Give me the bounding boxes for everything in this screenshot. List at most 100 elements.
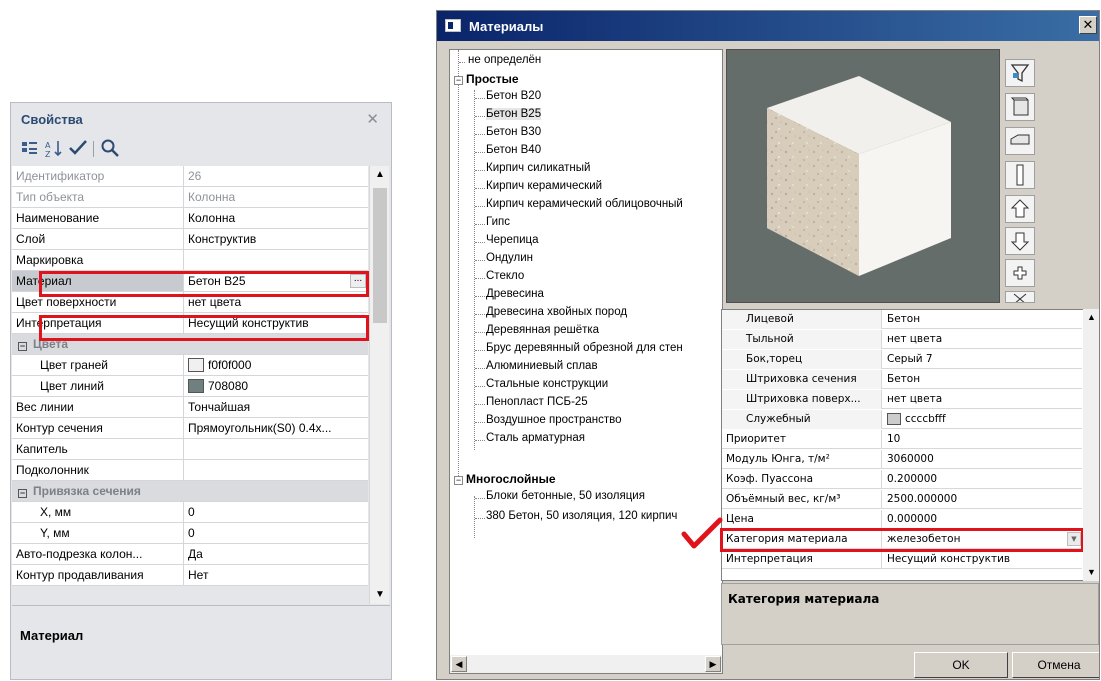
svg-text:Z: Z (45, 150, 51, 159)
tree-item[interactable]: Кирпич керамический облицовочный (486, 198, 683, 216)
search-icon[interactable] (99, 137, 121, 161)
material-grid-scrollbar[interactable]: ▲ ▼ (1083, 309, 1099, 581)
property-row[interactable]: Авто-подрезка колон... Да (12, 544, 368, 565)
materials-tree[interactable]: не определён − Простые Бетон В20 Бетон В… (449, 49, 723, 674)
tree-item[interactable]: Бетон В20 (486, 90, 541, 108)
collapse-icon[interactable]: − (454, 76, 463, 85)
grid-row[interactable]: Штриховка сечения Бетон (722, 370, 1082, 389)
view-front-icon[interactable] (1005, 93, 1035, 121)
check-icon[interactable] (67, 137, 89, 161)
color-swatch (887, 413, 901, 425)
property-row[interactable]: Контур продавливания Нет (12, 565, 368, 586)
tree-item[interactable]: Ондулин (486, 252, 533, 270)
tree-item[interactable]: Кирпич керамический (486, 180, 602, 198)
materials-dialog: Материалы ✕ не определён − Простые Бетон… (436, 10, 1100, 680)
grid-row[interactable]: Штриховка поверх... нет цвета (722, 390, 1082, 409)
property-row[interactable]: Слой Конструктив (12, 229, 368, 250)
tree-item[interactable]: Стальные конструкции (486, 378, 608, 396)
sort-alpha-icon[interactable]: AZ (43, 137, 65, 161)
properties-title: Свойства (21, 112, 83, 127)
grid-row[interactable]: Служебный ccccbfff (722, 410, 1082, 429)
grid-row[interactable]: Бок,торец Серый 7 (722, 350, 1082, 369)
tree-item-selected[interactable]: Бетон В25 (486, 108, 542, 126)
scroll-left-icon[interactable]: ◀ (451, 656, 467, 672)
tree-item[interactable]: Блоки бетонные, 50 изоляция (486, 490, 645, 508)
filter-icon[interactable] (1005, 59, 1035, 87)
tree-item[interactable]: Черепица (486, 234, 539, 252)
scroll-up-icon[interactable]: ▲ (1083, 309, 1099, 326)
rotate-down-icon[interactable] (1005, 227, 1035, 255)
tree-item[interactable]: 380 Бетон, 50 изоляция, 120 кирпич (486, 510, 677, 528)
property-row[interactable]: Маркировка (12, 250, 368, 271)
property-row[interactable]: X, мм 0 (12, 502, 368, 523)
tree-item-undefined[interactable]: не определён (468, 54, 541, 72)
zoom-in-icon[interactable] (1005, 259, 1035, 287)
property-row[interactable]: Цвет граней f0f0f000 (12, 355, 368, 376)
scroll-right-icon[interactable]: ▶ (705, 656, 721, 672)
category-section-anchor[interactable]: − Привязка сечения (12, 481, 368, 502)
grid-row[interactable]: Интерпретация Несущий конструктив (722, 550, 1082, 569)
view-flat-icon[interactable] (1005, 127, 1035, 155)
tree-item[interactable]: Бетон В40 (486, 144, 541, 162)
tree-group-simple[interactable]: Простые (466, 72, 519, 90)
tree-item[interactable]: Стекло (486, 270, 524, 288)
tree-group-multilayer[interactable]: Многослойные (466, 472, 556, 490)
grid-row[interactable]: Коэф. Пуассона 0.200000 (722, 470, 1082, 489)
grid-row[interactable]: Лицевой Бетон (722, 310, 1082, 329)
tree-item[interactable]: Брус деревянный обрезной для стен (486, 342, 683, 360)
grid-row[interactable]: Тыльной нет цвета (722, 330, 1082, 349)
property-row[interactable]: Идентификатор 26 (12, 166, 368, 187)
collapse-icon[interactable]: − (18, 489, 27, 498)
material-description-pane: Категория материала (721, 583, 1099, 645)
rotate-up-icon[interactable] (1005, 195, 1035, 223)
collapse-icon[interactable]: − (18, 342, 27, 351)
property-row[interactable]: Вес линии Тончайшая (12, 397, 368, 418)
description-pane: Материал (12, 605, 390, 679)
properties-scrollbar[interactable]: ▲ ▼ (369, 166, 389, 604)
grid-row[interactable]: Модуль Юнга, т/м² 3060000 (722, 450, 1082, 469)
tree-item[interactable]: Пенопласт ПСБ-25 (486, 396, 588, 414)
property-row[interactable]: Подколонник (12, 460, 368, 481)
check-mark-icon (681, 517, 723, 549)
tree-item[interactable]: Древесина (486, 288, 544, 306)
reset-view-icon[interactable] (1005, 291, 1035, 303)
view-column-icon[interactable] (1005, 161, 1035, 189)
tree-hscrollbar[interactable]: ◀ ▶ (450, 655, 722, 673)
grid-row[interactable]: Объёмный вес, кг/м³ 2500.000000 (722, 490, 1082, 509)
tree-item[interactable]: Сталь арматурная (486, 432, 585, 450)
tree-item[interactable]: Гипс (486, 216, 510, 234)
tree-item[interactable]: Древесина хвойных пород (486, 306, 627, 324)
cancel-button[interactable]: Отмена (1012, 652, 1099, 678)
highlight-interpretation (39, 315, 369, 341)
property-row[interactable]: Тип объекта Колонна (12, 187, 368, 208)
property-row[interactable]: Капитель (12, 439, 368, 460)
grid-row[interactable]: Цена 0.000000 (722, 510, 1082, 529)
ok-button[interactable]: OK (914, 652, 1008, 678)
svg-text:A: A (45, 141, 51, 150)
description-title: Материал (20, 628, 84, 643)
property-row[interactable]: Наименование Колонна (12, 208, 368, 229)
collapse-icon[interactable]: − (454, 476, 463, 485)
grid-row[interactable]: Приоритет 10 (722, 430, 1082, 449)
window-icon (445, 19, 461, 32)
close-icon[interactable]: ✕ (366, 110, 379, 128)
scroll-down-icon[interactable]: ▼ (1083, 564, 1099, 581)
tree-item[interactable]: Воздушное пространство (486, 414, 622, 432)
tree-item[interactable]: Деревянная решётка (486, 324, 599, 342)
scroll-up-icon[interactable]: ▲ (370, 166, 390, 184)
properties-toolbar: AZ (19, 137, 219, 163)
tree-item[interactable]: Алюминиевый сплав (486, 360, 598, 378)
tree-item[interactable]: Кирпич силикатный (486, 162, 590, 180)
scroll-thumb[interactable] (373, 188, 387, 323)
material-preview (726, 49, 1000, 303)
properties-panel: Свойства ✕ AZ Идентификатор 26 Тип объект… (10, 102, 392, 680)
scroll-down-icon[interactable]: ▼ (370, 586, 390, 604)
dialog-title-bar: Материалы (437, 11, 1099, 41)
property-row[interactable]: Y, мм 0 (12, 523, 368, 544)
property-row[interactable]: Контур сечения Прямоугольник(S0) 0.4x... (12, 418, 368, 439)
close-button[interactable]: ✕ (1079, 16, 1097, 34)
color-swatch (188, 358, 204, 372)
tree-item[interactable]: Бетон В30 (486, 126, 541, 144)
property-row[interactable]: Цвет линий 708080 (12, 376, 368, 397)
categorized-icon[interactable] (19, 137, 41, 161)
